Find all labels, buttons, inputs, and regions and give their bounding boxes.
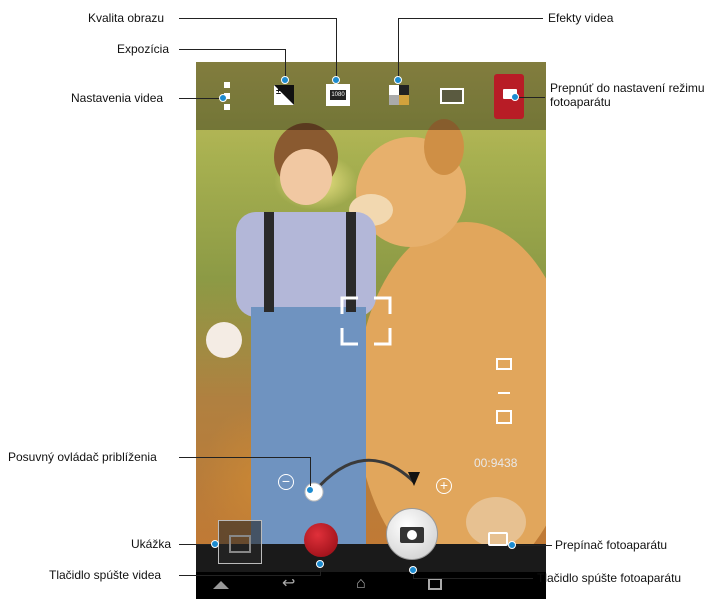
menu-up-icon[interactable]: [212, 576, 230, 590]
thumbnail-preview[interactable]: [218, 520, 262, 564]
label-prepnut-line1: Prepnúť do nastavení režimu: [550, 81, 705, 95]
callout-dot-prepnut: [511, 93, 519, 101]
quality-side-icon[interactable]: [496, 358, 512, 370]
boy-suspender-left: [264, 212, 274, 312]
storage-prefix: 00:: [474, 456, 491, 470]
gallery-side-icon[interactable]: [496, 410, 512, 424]
label-nastavenia-videa: Nastavenia videa: [71, 91, 164, 105]
callout-line-expozicia-h: [179, 49, 285, 50]
zoom-out-icon[interactable]: −: [278, 474, 294, 490]
callout-line-ukazka-h: [179, 544, 215, 545]
boy-ball: [206, 322, 242, 358]
callout-dot-fotoaparat: [409, 566, 417, 574]
camera-screen: ± 1080 00:9438 − + ↩ ⌂: [196, 62, 546, 599]
film-quality-icon[interactable]: 1080: [326, 84, 350, 106]
record-icon[interactable]: [304, 523, 338, 557]
resolution-badge: 1080: [330, 90, 346, 100]
camera-shutter-icon[interactable]: [386, 508, 438, 560]
label-efekty-videa: Efekty videa: [548, 11, 614, 25]
callout-line-efekty-h: [398, 18, 543, 19]
home-icon[interactable]: ⌂: [356, 576, 374, 592]
callout-line-posuvny-v: [310, 457, 311, 489]
boy-face: [280, 149, 332, 205]
recent-apps-icon[interactable]: [428, 578, 442, 590]
preview-scene: [206, 119, 546, 544]
callout-dot-expozicia: [281, 76, 289, 84]
label-expozicia: Expozícia: [117, 42, 170, 56]
callout-line-fotoaparat-h: [413, 578, 533, 579]
callout-line-video-h: [179, 575, 321, 576]
label-kvalita-obrazu: Kvalita obrazu: [88, 11, 165, 25]
dog-body: [356, 222, 546, 544]
side-divider: [498, 392, 510, 394]
label-ukazka: Ukážka: [131, 537, 172, 551]
camera-preview-photo: [196, 62, 546, 544]
label-tlacidlo-videa: Tlačidlo spúšte videa: [49, 568, 162, 582]
storage-count: 9438: [490, 456, 518, 470]
storage-counter: 00:9438: [474, 456, 517, 470]
zoom-in-icon[interactable]: +: [436, 478, 452, 494]
callout-line-posuvny-h: [179, 457, 311, 458]
callout-line-nastavenia-h: [179, 98, 224, 99]
callout-dot-nastavenia: [219, 94, 227, 102]
back-icon[interactable]: ↩: [282, 576, 302, 592]
callout-dot-ukazka: [211, 540, 219, 548]
label-tlacidlo-fotoaparatu: Tlačidlo spúšte fotoaparátu: [537, 571, 682, 585]
callout-line-kvalita-h: [179, 18, 337, 19]
callout-dot-posuvny: [306, 486, 314, 494]
callout-line-prepnut-h: [515, 97, 545, 98]
callout-line-prepinac-h: [512, 545, 552, 546]
exposure-icon[interactable]: ±: [274, 85, 294, 105]
callout-line-kvalita-v: [336, 18, 337, 80]
label-posuvny-ovladac: Posuvný ovládač priblíženia: [8, 450, 157, 464]
battery-icon: [440, 88, 464, 104]
callout-dot-efekty: [394, 76, 402, 84]
effects-icon[interactable]: [389, 85, 409, 105]
callout-dot-prepinac: [508, 541, 516, 549]
callout-line-efekty-v: [398, 18, 399, 80]
label-prepnut: Prepnúť do nastavení režimu fotoaparátu: [550, 81, 705, 109]
callout-dot-video: [316, 560, 324, 568]
label-prepnut-line2: fotoaparátu: [550, 95, 611, 109]
label-prepinac: Prepínač fotoaparátu: [555, 538, 668, 552]
callout-dot-kvalita: [332, 76, 340, 84]
camera-switch-icon[interactable]: [488, 532, 508, 546]
